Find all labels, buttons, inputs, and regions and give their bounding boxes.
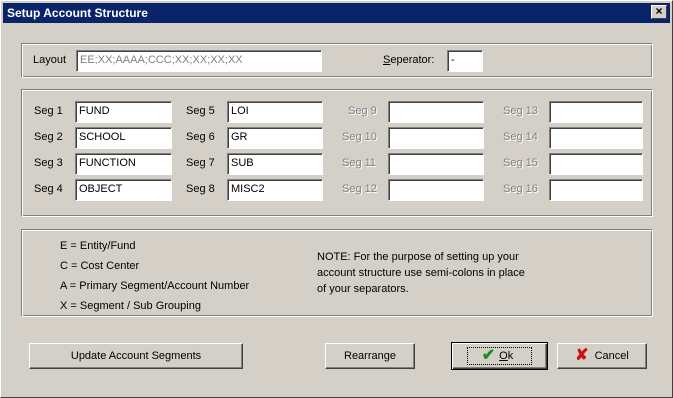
update-account-segments-button[interactable]: Update Account Segments bbox=[29, 343, 243, 369]
seg-4-input[interactable]: OBJECT bbox=[75, 179, 172, 201]
ok-focus-rect: ✔ Ok bbox=[466, 347, 533, 365]
ok-button[interactable]: ✔ Ok bbox=[451, 342, 548, 370]
seg-11-input[interactable] bbox=[388, 153, 484, 175]
note-line-2: account structure use semi-colons in pla… bbox=[317, 267, 525, 279]
seg-3-input[interactable]: FUNCTION bbox=[75, 153, 172, 175]
seg-16-label: Seg 16 bbox=[503, 183, 538, 195]
ok-label: Ok bbox=[499, 350, 514, 362]
layout-group: Layout EE;XX;AAAA;CCC;XX;XX;XX;XX Sepera… bbox=[21, 43, 653, 78]
layout-label: Layout bbox=[33, 54, 67, 66]
seg-10-label: Seg 10 bbox=[342, 131, 377, 143]
setup-account-structure-dialog: Setup Account Structure × Layout EE;XX;A… bbox=[0, 0, 673, 398]
legend-line-4: X = Segment / Sub Grouping bbox=[60, 300, 201, 312]
seg-15-label: Seg 15 bbox=[503, 157, 538, 169]
window-title: Setup Account Structure bbox=[7, 6, 148, 20]
title-bar[interactable]: Setup Account Structure × bbox=[3, 3, 670, 23]
layout-input[interactable]: EE;XX;AAAA;CCC;XX;XX;XX;XX bbox=[76, 50, 322, 72]
update-account-segments-label: Update Account Segments bbox=[70, 350, 202, 362]
seg-13-label: Seg 13 bbox=[503, 105, 538, 117]
separator-label: Seperator: bbox=[383, 54, 435, 66]
seg-15-input[interactable] bbox=[549, 153, 643, 175]
seg-13-input[interactable] bbox=[549, 101, 643, 123]
seg-16-input[interactable] bbox=[549, 179, 643, 201]
seg-14-input[interactable] bbox=[549, 127, 643, 149]
seg-1-input[interactable]: FUND bbox=[75, 101, 172, 123]
rearrange-button[interactable]: Rearrange bbox=[325, 343, 415, 369]
seg-14-label: Seg 14 bbox=[503, 131, 538, 143]
seg-9-input[interactable] bbox=[388, 101, 484, 123]
seg-5-label: Seg 5 bbox=[186, 105, 215, 117]
seg-11-label: Seg 11 bbox=[342, 157, 377, 169]
checkmark-icon: ✔ bbox=[481, 347, 496, 364]
close-button[interactable]: × bbox=[651, 5, 667, 19]
rearrange-label: Rearrange bbox=[344, 350, 396, 362]
seg-2-label: Seg 2 bbox=[34, 131, 63, 143]
seg-12-label: Seg 12 bbox=[342, 183, 377, 195]
seg-10-input[interactable] bbox=[388, 127, 484, 149]
seg-6-input[interactable]: GR bbox=[227, 127, 323, 149]
x-icon: ✘ bbox=[575, 347, 589, 364]
legend-line-1: E = Entity/Fund bbox=[60, 240, 136, 252]
seg-2-input[interactable]: SCHOOL bbox=[75, 127, 172, 149]
close-icon: × bbox=[655, 4, 663, 18]
seg-8-input[interactable]: MISC2 bbox=[227, 179, 323, 201]
seg-7-input[interactable]: SUB bbox=[227, 153, 323, 175]
legend-line-3: A = Primary Segment/Account Number bbox=[60, 280, 250, 292]
seg-9-label: Seg 9 bbox=[348, 105, 377, 117]
cancel-button[interactable]: ✘ Cancel bbox=[557, 343, 647, 369]
segments-group: Seg 1 FUND Seg 2 SCHOOL Seg 3 FUNCTION S… bbox=[21, 89, 653, 217]
legend-line-2: C = Cost Center bbox=[60, 260, 140, 272]
seg-1-label: Seg 1 bbox=[34, 105, 63, 117]
seg-12-input[interactable] bbox=[388, 179, 484, 201]
note-line-1: NOTE: For the purpose of setting up your bbox=[317, 251, 519, 263]
seg-3-label: Seg 3 bbox=[34, 157, 63, 169]
note-line-3: of your separators. bbox=[317, 283, 409, 295]
seg-4-label: Seg 4 bbox=[34, 183, 63, 195]
legend-group: E = Entity/Fund C = Cost Center A = Prim… bbox=[21, 229, 653, 317]
seg-8-label: Seg 8 bbox=[186, 183, 215, 195]
separator-input[interactable]: - bbox=[447, 50, 483, 72]
seg-6-label: Seg 6 bbox=[186, 131, 215, 143]
seg-7-label: Seg 7 bbox=[186, 157, 215, 169]
cancel-label: Cancel bbox=[594, 350, 629, 362]
seg-5-input[interactable]: LOI bbox=[227, 101, 323, 123]
